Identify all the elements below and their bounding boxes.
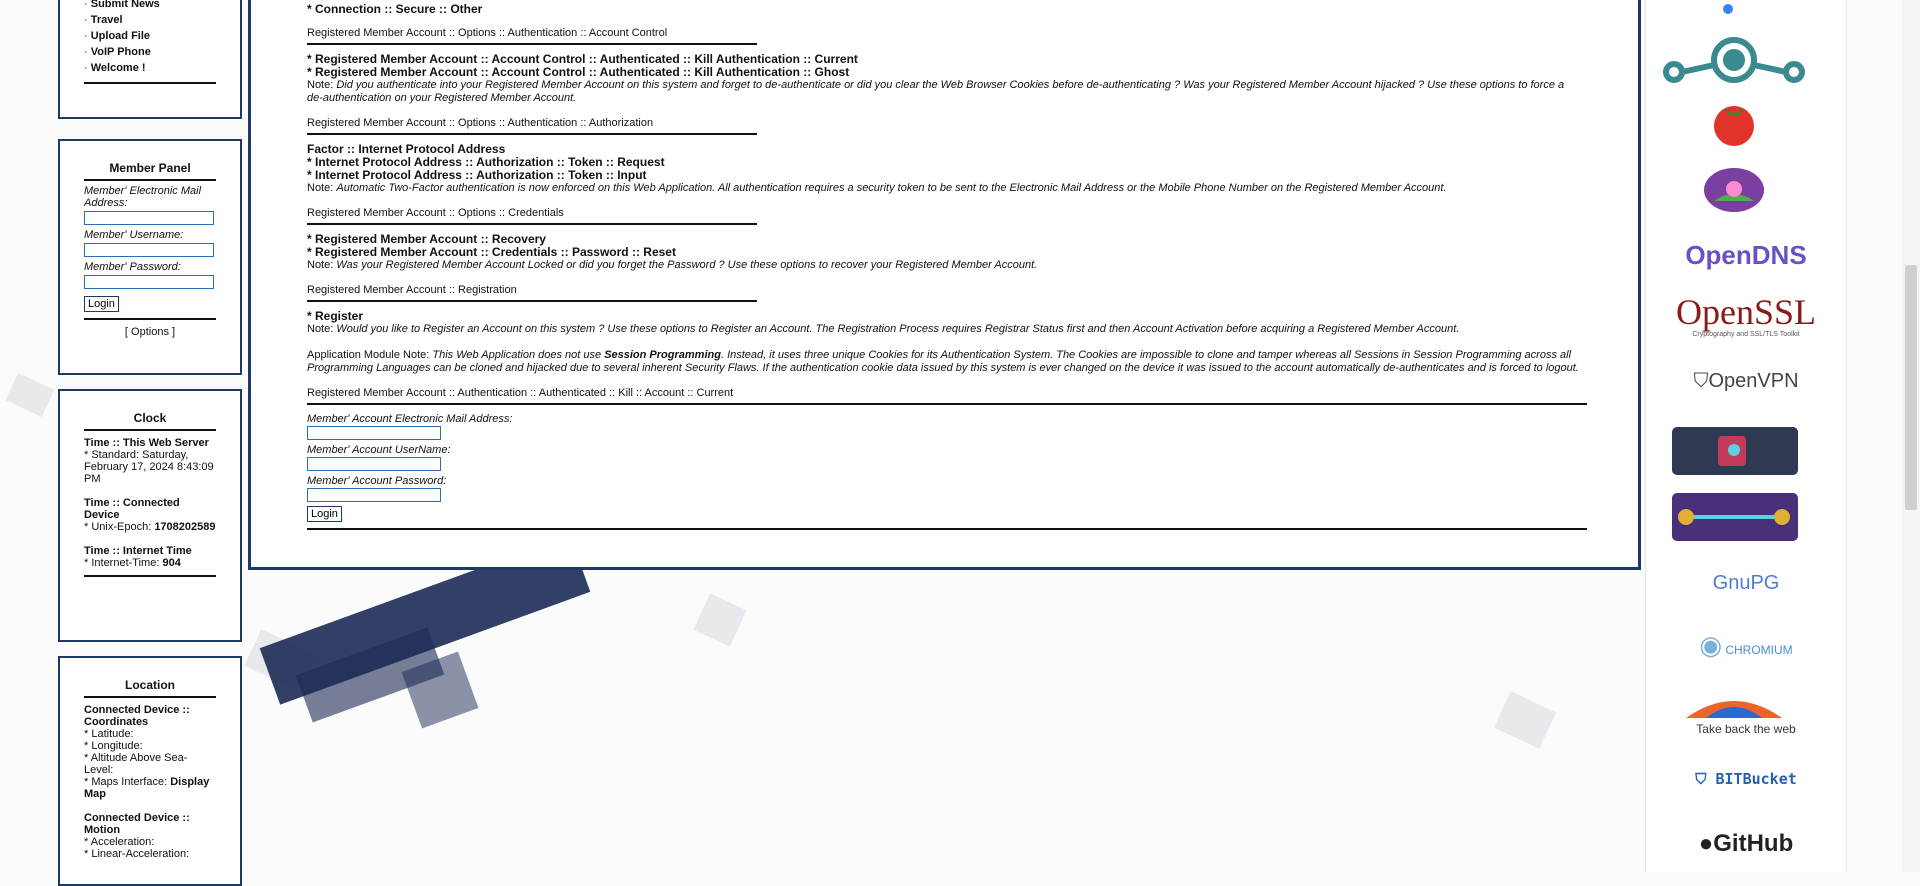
divider bbox=[307, 133, 757, 135]
internet-time-label: * Internet-Time: bbox=[84, 557, 163, 569]
clock-server-title: Time :: This Web Server bbox=[84, 437, 209, 449]
divider bbox=[307, 43, 757, 45]
clock-panel: Clock Time :: This Web Server * Standard… bbox=[58, 389, 242, 642]
chromium-logo[interactable]: ◉ CHROMIUM bbox=[1646, 630, 1846, 661]
member-email-input[interactable] bbox=[84, 211, 214, 225]
account-control-note: Did you authenticate into your Registere… bbox=[307, 79, 1565, 104]
github-logo[interactable]: ●GitHub bbox=[1646, 830, 1846, 858]
note-label: Note: bbox=[307, 323, 337, 335]
acceleration-label: * Acceleration: bbox=[84, 836, 155, 848]
nav-panel: Submit News Travel Upload File VoIP Phon… bbox=[58, 0, 242, 119]
password-reset-link[interactable]: * Registered Member Account :: Credentia… bbox=[307, 246, 1582, 259]
divider bbox=[84, 575, 216, 577]
github-icon: ● bbox=[1698, 830, 1714, 857]
gnupg-logo[interactable]: GnuPG bbox=[1646, 572, 1846, 595]
member-password-label: Member' Password: bbox=[84, 261, 181, 273]
internet-time-value: 904 bbox=[162, 557, 181, 569]
unix-value: 1708202589 bbox=[154, 521, 216, 533]
form-login-button[interactable]: Login bbox=[307, 506, 342, 522]
options-link[interactable]: [ Options ] bbox=[84, 326, 216, 338]
divider bbox=[307, 403, 1587, 405]
form-email-label: Member' Account Electronic Mail Address: bbox=[307, 413, 513, 425]
latitude-label: * Latitude: bbox=[84, 728, 134, 740]
clock-device-title: Time :: Connected Device bbox=[84, 497, 180, 521]
location-panel: Location Connected Device :: Coordinates… bbox=[58, 656, 242, 886]
longitude-label: * Longitude: bbox=[84, 740, 143, 752]
openvpn-logo[interactable]: ⛉OpenVPN bbox=[1646, 370, 1846, 393]
coords-title: Connected Device :: Coordinates bbox=[84, 704, 190, 728]
note-label: Note: bbox=[307, 259, 337, 271]
form-username-label: Member' Account UserName: bbox=[307, 444, 451, 456]
member-username-label: Member' Username: bbox=[84, 229, 184, 241]
section-account-control-head: Registered Member Account :: Options :: … bbox=[307, 27, 668, 39]
register-link[interactable]: * Register bbox=[307, 310, 1582, 323]
key-banner-icon[interactable] bbox=[1646, 492, 1846, 545]
bg-shape bbox=[1493, 691, 1557, 749]
member-panel-title: Member Panel bbox=[84, 141, 216, 181]
note-label: Note: bbox=[307, 79, 337, 91]
section-credentials-head: Registered Member Account :: Options :: … bbox=[307, 207, 564, 219]
tomato-logo-icon[interactable] bbox=[1646, 100, 1846, 151]
divider bbox=[307, 300, 757, 302]
logo-column: OpenDNS OpenSSL Cryptography and SSL/TLS… bbox=[1645, 0, 1847, 872]
member-username-input[interactable] bbox=[84, 243, 214, 257]
kill-auth-ghost-link[interactable]: * Registered Member Account :: Account C… bbox=[307, 66, 1582, 79]
nav-item-travel[interactable]: Travel bbox=[84, 12, 216, 28]
divider bbox=[84, 82, 216, 84]
login-button[interactable]: Login bbox=[84, 296, 119, 312]
member-panel: Member Panel Member' Electronic Mail Add… bbox=[58, 139, 242, 375]
form-email-input[interactable] bbox=[307, 426, 441, 440]
bitbucket-logo[interactable]: ⛉ BITBucket bbox=[1646, 770, 1846, 788]
note-label: Note: bbox=[307, 182, 337, 194]
divider bbox=[84, 318, 216, 320]
nav-item-upload-file[interactable]: Upload File bbox=[84, 28, 216, 44]
section-authorization-head: Registered Member Account :: Options :: … bbox=[307, 117, 654, 129]
linkerd-logo-icon[interactable] bbox=[1646, 30, 1846, 93]
module-note: Application Module Note: This Web Applic… bbox=[307, 349, 1579, 374]
form-password-input[interactable] bbox=[307, 488, 441, 502]
bg-shape bbox=[5, 372, 55, 418]
take-back-web-text: Take back the web bbox=[1696, 722, 1796, 736]
nav-list: Submit News Travel Upload File VoIP Phon… bbox=[84, 0, 216, 76]
firefox-logo-icon[interactable] bbox=[1646, 692, 1846, 723]
form-password-label: Member' Account Password: bbox=[307, 475, 447, 487]
member-password-input[interactable] bbox=[84, 275, 214, 289]
motion-title: Connected Device :: Motion bbox=[84, 812, 190, 836]
clock-title: Clock bbox=[84, 391, 216, 431]
unix-label: * Unix-Epoch: bbox=[84, 521, 155, 533]
chromium-icon: ◉ bbox=[1699, 630, 1722, 660]
form-username-input[interactable] bbox=[307, 457, 441, 471]
altitude-label: * Altitude Above Sea-Level: bbox=[84, 752, 188, 776]
divider bbox=[307, 223, 757, 225]
dot-icon bbox=[1646, 2, 1846, 19]
opendns-logo[interactable]: OpenDNS bbox=[1646, 240, 1846, 271]
member-email-label: Member' Electronic Mail Address: bbox=[84, 185, 202, 209]
nav-item-voip-phone[interactable]: VoIP Phone bbox=[84, 44, 216, 60]
bg-shape bbox=[693, 593, 747, 647]
bitbucket-icon: ⛉ bbox=[1695, 770, 1707, 788]
openssl-tagline: Cryptography and SSL/TLS Toolkit bbox=[1692, 331, 1800, 338]
location-title: Location bbox=[84, 658, 216, 698]
openvpn-shield-icon: ⛉ bbox=[1693, 370, 1709, 392]
nav-item-welcome[interactable]: Welcome ! bbox=[84, 60, 216, 76]
kill-account-head: Registered Member Account :: Authenticat… bbox=[307, 387, 734, 399]
main-content: * Connection :: Secure :: Other Register… bbox=[248, 0, 1641, 570]
maps-label: * Maps Interface: bbox=[84, 776, 171, 788]
openssl-logo[interactable]: OpenSSL bbox=[1646, 294, 1846, 330]
nav-item-submit-news[interactable]: Submit News bbox=[84, 0, 216, 12]
security-banner-icon[interactable] bbox=[1646, 426, 1846, 479]
registration-note: Would you like to Register an Account on… bbox=[336, 323, 1460, 335]
linear-acceleration-label: * Linear-Acceleration: bbox=[84, 848, 190, 860]
connection-secure-other-link[interactable]: * Connection :: Secure :: Other bbox=[307, 3, 1582, 16]
ip-token-input-link[interactable]: * Internet Protocol Address :: Authoriza… bbox=[307, 169, 1582, 182]
authorization-note: Automatic Two-Factor authentication is n… bbox=[336, 182, 1447, 194]
clock-server-value: * Standard: Saturday, February 17, 2024 … bbox=[84, 449, 214, 485]
clock-internet-title: Time :: Internet Time bbox=[84, 545, 192, 557]
lotus-logo-icon[interactable] bbox=[1646, 165, 1846, 218]
scrollbar-thumb[interactable] bbox=[1905, 265, 1917, 510]
credentials-note: Was your Registered Member Account Locke… bbox=[336, 259, 1038, 271]
divider bbox=[307, 528, 1587, 530]
section-registration-head: Registered Member Account :: Registratio… bbox=[307, 284, 517, 296]
